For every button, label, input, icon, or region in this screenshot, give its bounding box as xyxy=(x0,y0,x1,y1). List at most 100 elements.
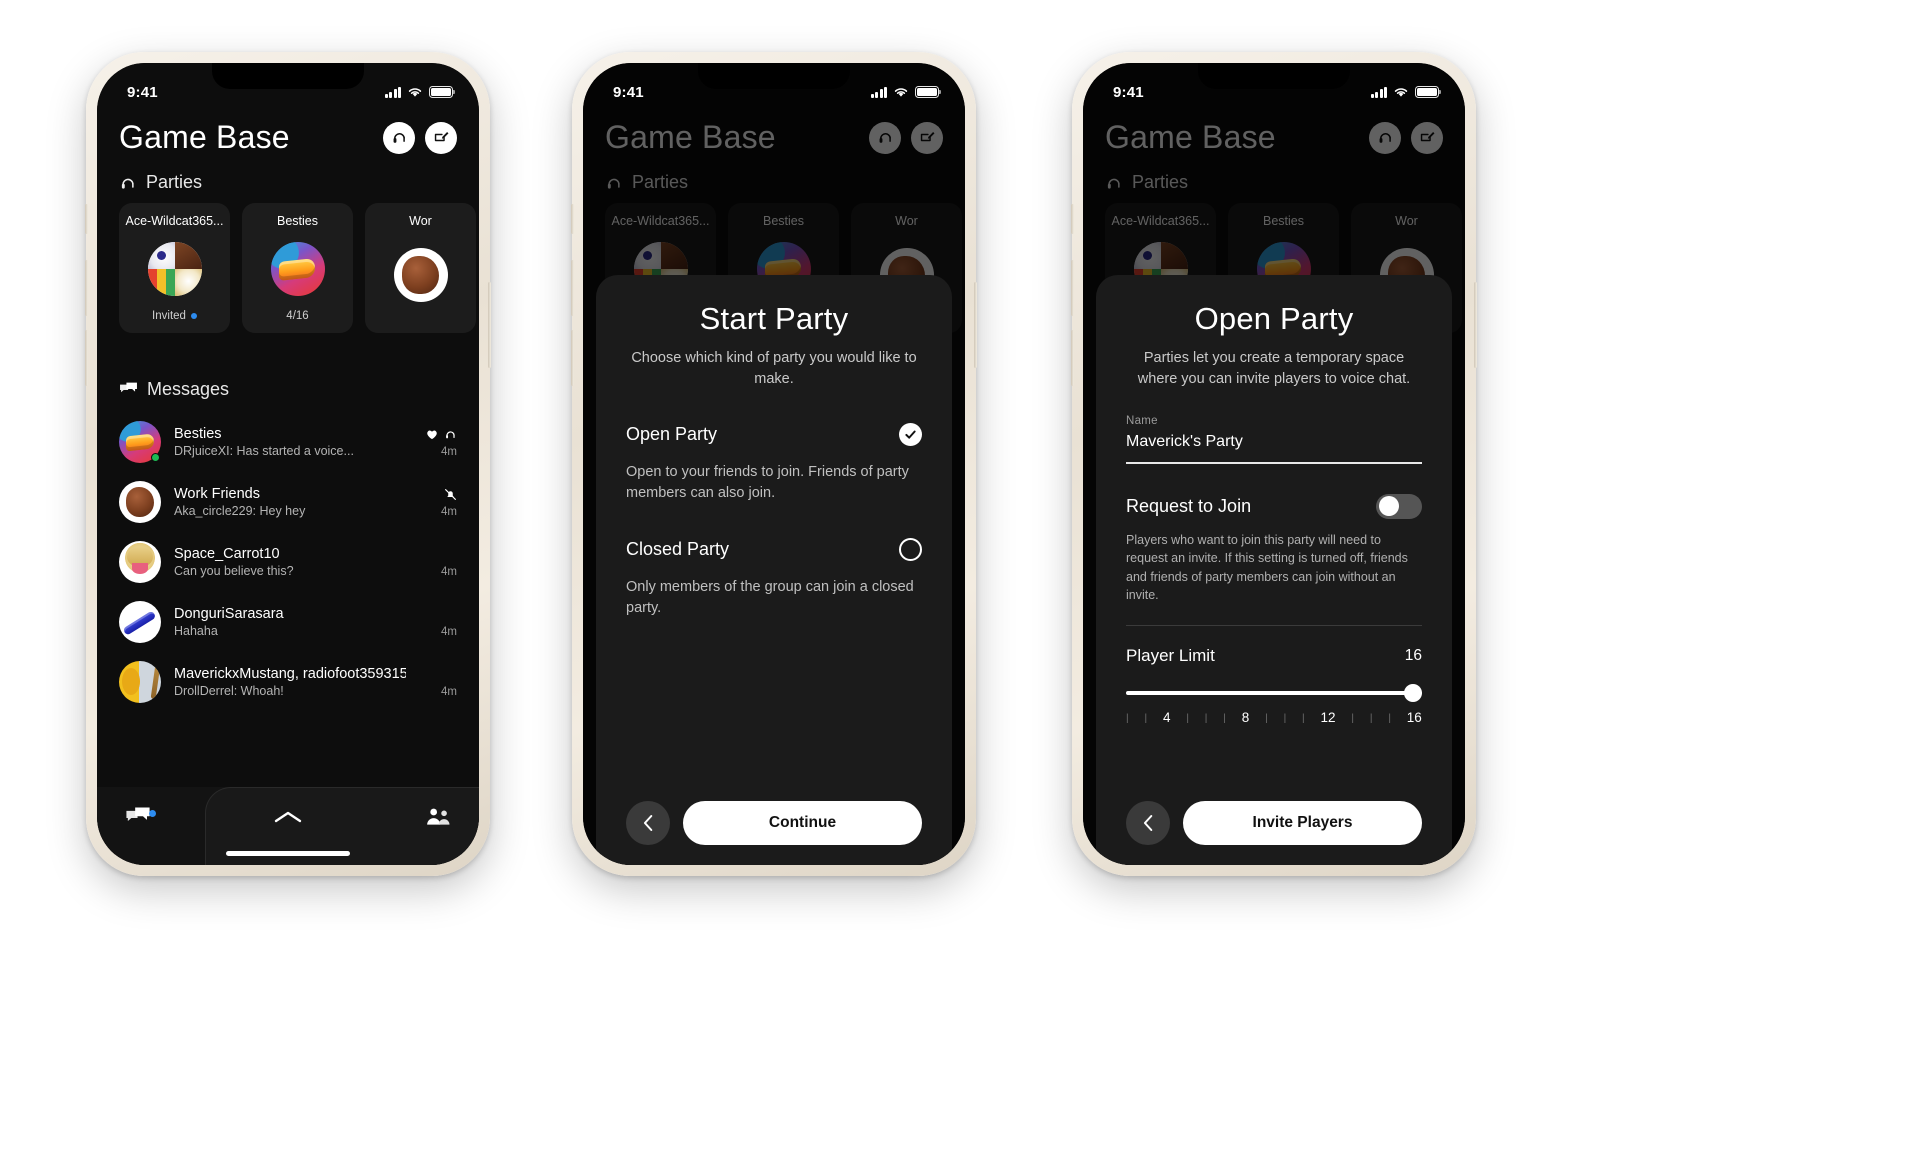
tab-badge-dot xyxy=(149,810,156,817)
player-limit-label: Player Limit xyxy=(1126,645,1215,665)
request-to-join-help: Players who want to join this party will… xyxy=(1126,532,1408,603)
messages-bubbles-icon xyxy=(120,382,137,393)
list-item-title: MaverickxMustang, radiofoot359315 xyxy=(174,666,406,682)
back-button[interactable] xyxy=(1126,801,1170,845)
option-open-party[interactable]: Open Party xyxy=(626,423,922,447)
heart-icon xyxy=(427,430,437,439)
toggle-knob xyxy=(1378,496,1399,517)
continue-button[interactable]: Continue xyxy=(683,801,922,845)
party-name-field[interactable]: Name Maverick's Party xyxy=(1126,415,1422,464)
option-description: Only members of the group can join a clo… xyxy=(626,579,914,617)
headset-icon xyxy=(121,178,134,189)
party-name-input[interactable]: Maverick's Party xyxy=(1126,433,1422,462)
phone-mockup-1: 9:41 Game Base Parties Ace-Wildcat365...… xyxy=(85,52,491,876)
player-limit-value: 16 xyxy=(1404,646,1422,664)
request-to-join-row[interactable]: Request to Join xyxy=(1126,493,1422,519)
list-item-preview: Aka_circle229: Hey hey xyxy=(174,504,306,518)
sheet-footer: Invite Players xyxy=(1126,801,1422,865)
screenshot-canvas: 9:41 Game Base Parties Ace-Wildcat365...… xyxy=(0,0,1920,1163)
party-card-name: Besties xyxy=(763,214,804,228)
party-card-name: Wor xyxy=(409,214,432,228)
status-time: 9:41 xyxy=(127,83,158,101)
list-item-time: 4m xyxy=(441,686,457,698)
headset-icon xyxy=(1369,121,1401,154)
party-name-label: Name xyxy=(1126,415,1158,428)
phone-mockup-2: 9:41 Game Base Parties Ace-Wildcat365...… xyxy=(571,52,977,876)
chevron-left-icon xyxy=(1143,815,1152,831)
tick-minor: | xyxy=(1265,713,1268,725)
wifi-icon xyxy=(408,88,422,97)
phone-2-mute-switch xyxy=(571,204,574,234)
party-card-name: Wor xyxy=(895,214,918,228)
invite-players-button[interactable]: Invite Players xyxy=(1183,801,1422,845)
request-to-join-toggle[interactable] xyxy=(1376,493,1422,519)
phone-2-power-button xyxy=(974,282,977,368)
list-item[interactable]: Space_Carrot10 Can you believe this? 4m xyxy=(119,532,457,592)
tab-expand[interactable] xyxy=(234,809,343,825)
tick-label: 8 xyxy=(1241,709,1250,725)
notch xyxy=(212,63,364,89)
divider xyxy=(1126,624,1422,626)
headset-icon xyxy=(607,178,620,189)
tick-minor: | xyxy=(1369,713,1373,725)
parties-section-header: Parties xyxy=(583,156,965,203)
radio-selected-icon[interactable] xyxy=(899,423,922,447)
phone-1-power-button xyxy=(488,282,491,368)
muted-bell-icon xyxy=(445,488,456,500)
compose-message-icon[interactable] xyxy=(425,121,457,154)
list-item-time: 4m xyxy=(441,626,457,638)
headset-icon xyxy=(446,430,455,438)
back-button[interactable] xyxy=(626,801,670,845)
tick-label: 4 xyxy=(1162,709,1171,725)
tick-minor: | xyxy=(1283,713,1287,725)
headset-icon[interactable] xyxy=(383,121,415,154)
phone-2-screen: 9:41 Game Base Parties Ace-Wildcat365...… xyxy=(583,63,965,865)
status-time: 9:41 xyxy=(613,83,644,101)
parties-label: Parties xyxy=(1132,172,1189,192)
wifi-icon xyxy=(1394,88,1408,97)
party-card-name: Ace-Wildcat365... xyxy=(611,214,710,228)
start-party-sheet: Start Party Choose which kind of party y… xyxy=(596,275,952,865)
quad-avatar xyxy=(147,242,202,296)
parties-label: Parties xyxy=(146,172,203,192)
list-item-time: 4m xyxy=(441,506,457,518)
tick-minor: | xyxy=(1186,713,1189,725)
option-closed-party[interactable]: Closed Party xyxy=(626,538,922,562)
parties-section-header: Parties xyxy=(97,156,479,203)
tick-minor: | xyxy=(1144,713,1148,725)
party-card[interactable]: Wor xyxy=(365,203,476,333)
party-card-meta: 4/16 xyxy=(286,310,308,322)
list-item[interactable]: Besties DRjuiceXI: Has started a voice..… xyxy=(119,412,457,472)
slider-ticks: | | 4 | | | 8 | | | 12 | | | 16 xyxy=(1126,711,1422,725)
tab-friends[interactable] xyxy=(342,806,451,828)
chevron-up-icon xyxy=(274,811,302,823)
list-item[interactable]: MaverickxMustang, radiofoot359315 DrollD… xyxy=(119,652,457,712)
party-card-name: Ace-Wildcat365... xyxy=(1111,214,1210,228)
phone-2-volume-up xyxy=(571,260,574,316)
party-card-meta-label: 4/16 xyxy=(286,310,309,322)
battery-icon xyxy=(429,86,456,98)
radio-unselected-icon[interactable] xyxy=(899,538,922,562)
sheet-footer: Continue xyxy=(626,801,922,865)
parties-carousel[interactable]: Ace-Wildcat365... Invited Besties 4/16 W… xyxy=(97,203,479,333)
cellular-bars-icon xyxy=(385,86,401,98)
player-limit-row: Player Limit 16 xyxy=(1126,646,1422,666)
party-card-meta: Invited xyxy=(152,310,197,322)
player-limit-slider[interactable] xyxy=(1126,683,1422,702)
slider-thumb[interactable] xyxy=(1404,683,1422,702)
list-item-preview: Hahaha xyxy=(174,624,218,638)
list-item-title: Work Friends xyxy=(174,486,260,502)
headset-icon xyxy=(869,121,901,154)
tick-minor: | xyxy=(1204,713,1208,725)
phone-1-screen: 9:41 Game Base Parties Ace-Wildcat365...… xyxy=(97,63,479,865)
party-card[interactable]: Besties 4/16 xyxy=(242,203,353,333)
game-base-app: Game Base Parties Ace-Wildcat365... Invi… xyxy=(97,63,479,865)
sheet-title: Start Party xyxy=(699,301,849,336)
phone-3-power-button xyxy=(1474,282,1477,368)
tab-messages[interactable] xyxy=(125,806,234,828)
avatar xyxy=(119,661,161,703)
party-card[interactable]: Ace-Wildcat365... Invited xyxy=(119,203,230,333)
list-item[interactable]: DonguriSarasara Hahaha 4m xyxy=(119,592,457,652)
phone-3-volume-down xyxy=(1071,330,1074,386)
list-item[interactable]: Work Friends Aka_circle229: Hey hey 4m xyxy=(119,472,457,532)
